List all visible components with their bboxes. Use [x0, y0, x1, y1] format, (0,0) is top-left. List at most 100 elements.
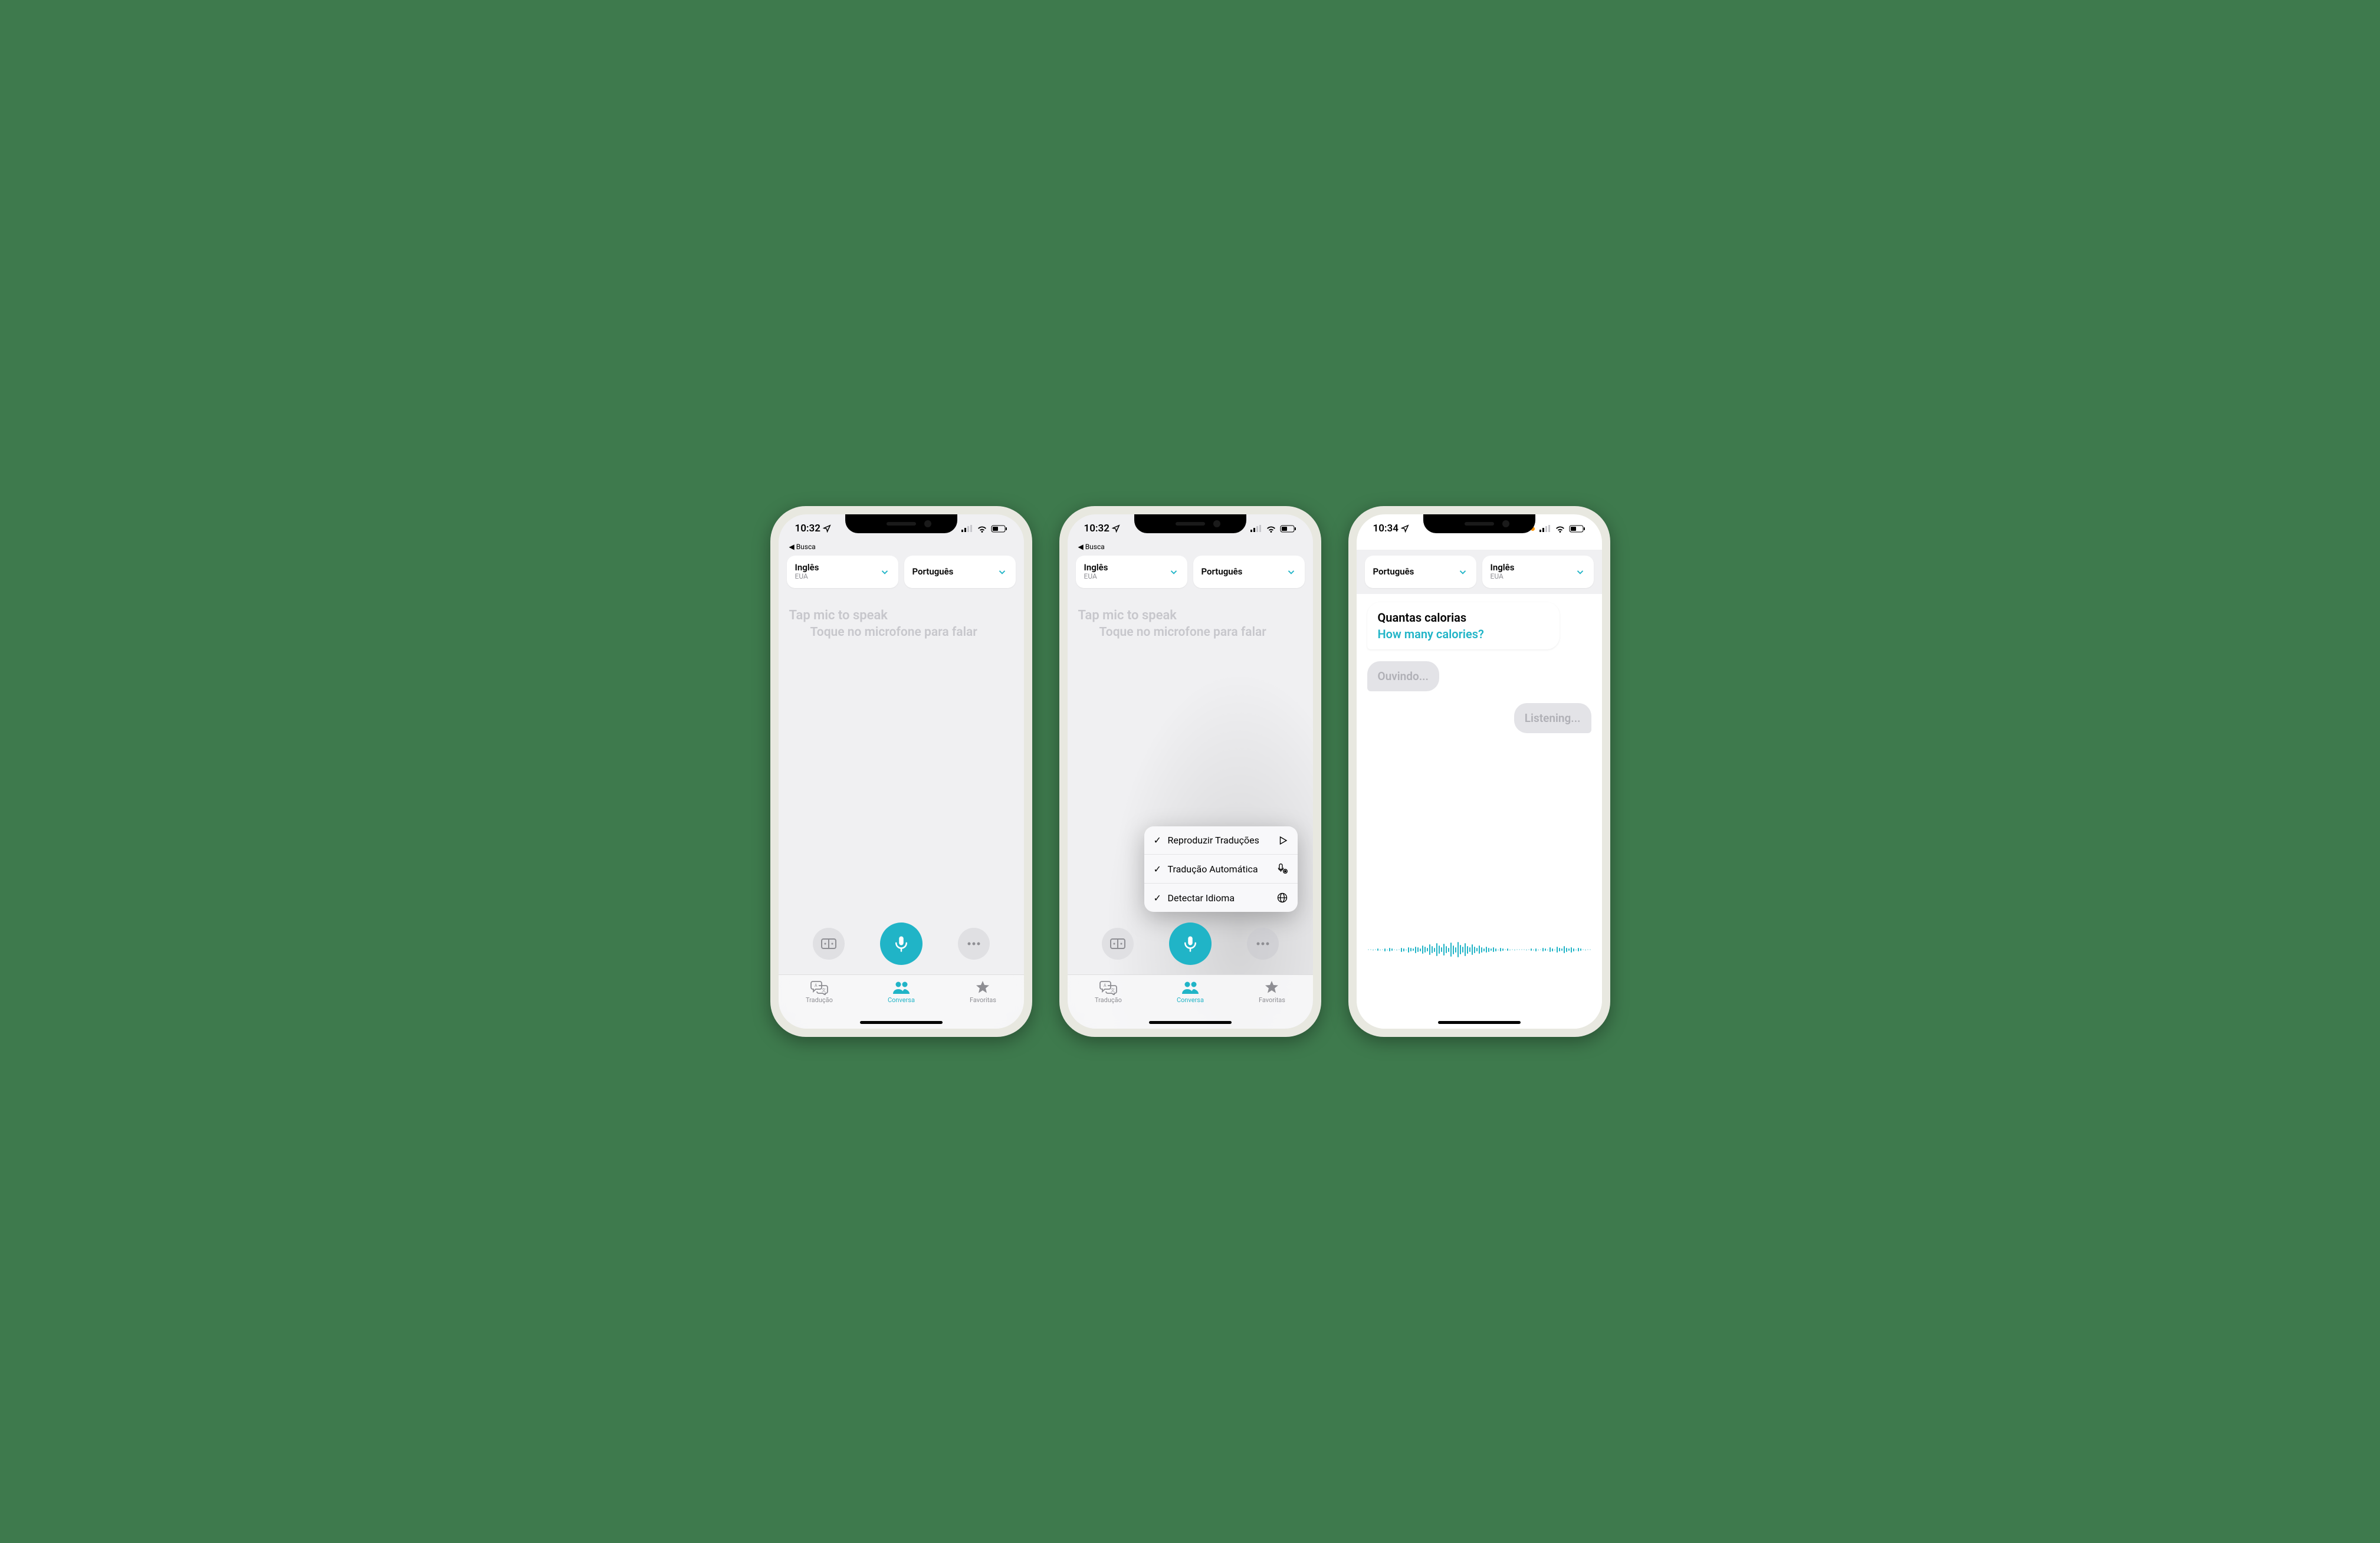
tab-label: Conversa: [1177, 996, 1204, 1004]
tab-favorites[interactable]: Favoritas: [970, 980, 996, 1004]
source-language-sub: EUA: [795, 573, 819, 581]
iphone-frame: 10:32 ◀ Busca Inglês EUA Português: [770, 506, 1032, 1037]
location-icon: [823, 524, 831, 533]
home-indicator[interactable]: [1438, 1021, 1521, 1024]
tab-translate[interactable]: A文 Tradução: [1095, 980, 1122, 1004]
source-language-button[interactable]: Inglês EUA: [1076, 556, 1187, 588]
menu-item-detect-language[interactable]: ✓Detectar Idioma: [1144, 884, 1298, 912]
controls-row: [1068, 922, 1313, 965]
people-icon: [892, 980, 910, 995]
hint-portuguese: Toque no microfone para falar: [1078, 625, 1302, 639]
hint-english: Tap mic to speak: [1078, 605, 1302, 625]
controls-row: [779, 922, 1024, 965]
iphone-frame: 10:32 ◀ Busca Inglês EUA Português: [1059, 506, 1321, 1037]
source-language-sub: EUA: [1084, 573, 1108, 581]
ellipsis-icon: [1255, 941, 1271, 946]
source-language-name: Português: [1373, 567, 1414, 577]
options-menu: ✓ Reproduzir Traduções ✓ Tradução Automáti…: [1144, 826, 1298, 912]
location-icon: [1401, 524, 1409, 533]
star-icon: [1263, 980, 1281, 995]
people-icon: [1181, 980, 1199, 995]
svg-text:A: A: [815, 983, 818, 988]
source-language-name: Inglês: [1084, 563, 1108, 573]
svg-text:A: A: [1104, 983, 1107, 988]
home-indicator[interactable]: [860, 1021, 943, 1024]
check-icon: ✓: [1154, 835, 1163, 846]
wifi-icon: [1266, 525, 1276, 533]
check-icon: ✓: [1154, 864, 1163, 875]
globe-icon: [1276, 892, 1288, 904]
translation-bubble[interactable]: Quantas calorias How many calories?: [1367, 602, 1560, 649]
wifi-icon: [977, 525, 987, 533]
battery-icon: [1280, 525, 1296, 533]
translate-icon: A文: [1099, 980, 1117, 995]
status-time: 10:32: [1084, 523, 1109, 534]
tab-bar: A文 Tradução Conversa Favoritas: [1068, 974, 1313, 1029]
chevron-down-icon: [1575, 567, 1585, 577]
tab-favorites[interactable]: Favoritas: [1259, 980, 1285, 1004]
source-language-button[interactable]: Inglês EUA: [787, 556, 898, 588]
tab-conversation[interactable]: Conversa: [888, 980, 915, 1004]
target-language-button[interactable]: Português: [1193, 556, 1305, 588]
audio-waveform: [1357, 935, 1602, 964]
home-indicator[interactable]: [1149, 1021, 1232, 1024]
target-language-button[interactable]: Português: [904, 556, 1016, 588]
tab-conversation[interactable]: Conversa: [1177, 980, 1204, 1004]
location-icon: [1112, 524, 1120, 533]
notch: [845, 514, 957, 533]
target-language-button[interactable]: Inglês EUA: [1482, 556, 1594, 588]
chevron-down-icon: [997, 567, 1007, 577]
target-language-name: Inglês: [1491, 563, 1515, 573]
menu-item-auto-translate[interactable]: ✓ Tradução Automática: [1144, 855, 1298, 884]
target-language-sub: EUA: [1491, 573, 1515, 581]
translated-text: How many calories?: [1378, 627, 1550, 641]
chevron-down-icon: [1168, 567, 1179, 577]
microphone-button[interactable]: [1169, 922, 1212, 965]
language-selector-row: Inglês EUA Português: [779, 552, 1024, 596]
source-language-button[interactable]: Português: [1365, 556, 1476, 588]
wifi-icon: [1555, 525, 1565, 533]
tab-label: Favoritas: [1259, 996, 1285, 1004]
menu-label: Reproduzir Traduções: [1168, 835, 1259, 846]
source-language-name: Inglês: [795, 563, 819, 573]
menu-label: Tradução Automática: [1168, 864, 1258, 875]
more-button[interactable]: [958, 928, 990, 960]
notch: [1134, 514, 1246, 533]
mic-gear-icon: [1276, 863, 1288, 875]
play-icon: [1278, 835, 1288, 846]
tab-label: Tradução: [806, 996, 833, 1004]
listening-label: Ouvindo...: [1378, 669, 1429, 683]
status-time: 10:32: [795, 523, 820, 534]
target-language-name: Português: [1202, 567, 1243, 577]
chevron-down-icon: [1286, 567, 1296, 577]
notch: [1423, 514, 1535, 533]
side-by-side-button[interactable]: [1102, 928, 1134, 960]
menu-item-play-translations[interactable]: ✓ Reproduzir Traduções: [1144, 826, 1298, 855]
tab-translate[interactable]: A文 Tradução: [806, 980, 833, 1004]
side-by-side-button[interactable]: [813, 928, 845, 960]
iphone-frame: 10:34 Português Inglês: [1348, 506, 1610, 1037]
hint-portuguese: Toque no microfone para falar: [789, 625, 1013, 639]
tab-bar: A文 Tradução Conversa Favoritas: [779, 974, 1024, 1029]
cellular-icon: [961, 525, 973, 532]
screen: 10:32 ◀ Busca Inglês EUA Português: [1068, 514, 1313, 1029]
back-to-search[interactable]: ◀ Busca: [779, 543, 1024, 552]
split-view-icon: [1110, 938, 1125, 949]
language-selector-row: Português Inglês EUA: [1357, 550, 1602, 594]
more-button[interactable]: [1247, 928, 1279, 960]
back-to-search[interactable]: ◀ Busca: [1068, 543, 1313, 552]
language-selector-row: Inglês EUA Português: [1068, 552, 1313, 596]
tab-label: Conversa: [888, 996, 915, 1004]
menu-label: Detectar Idioma: [1168, 892, 1235, 904]
listening-bubble-target: Listening...: [1514, 703, 1591, 733]
screen: 10:34 Português Inglês: [1357, 514, 1602, 1029]
microphone-button[interactable]: [880, 922, 923, 965]
listening-bubble-source: Ouvindo...: [1367, 661, 1439, 691]
split-view-icon: [821, 938, 836, 949]
microphone-icon: [892, 935, 910, 953]
microphone-icon: [1181, 935, 1199, 953]
star-icon: [974, 980, 992, 995]
listening-label: Listening...: [1525, 711, 1581, 725]
svg-text:文: 文: [1111, 987, 1115, 993]
tab-label: Tradução: [1095, 996, 1122, 1004]
